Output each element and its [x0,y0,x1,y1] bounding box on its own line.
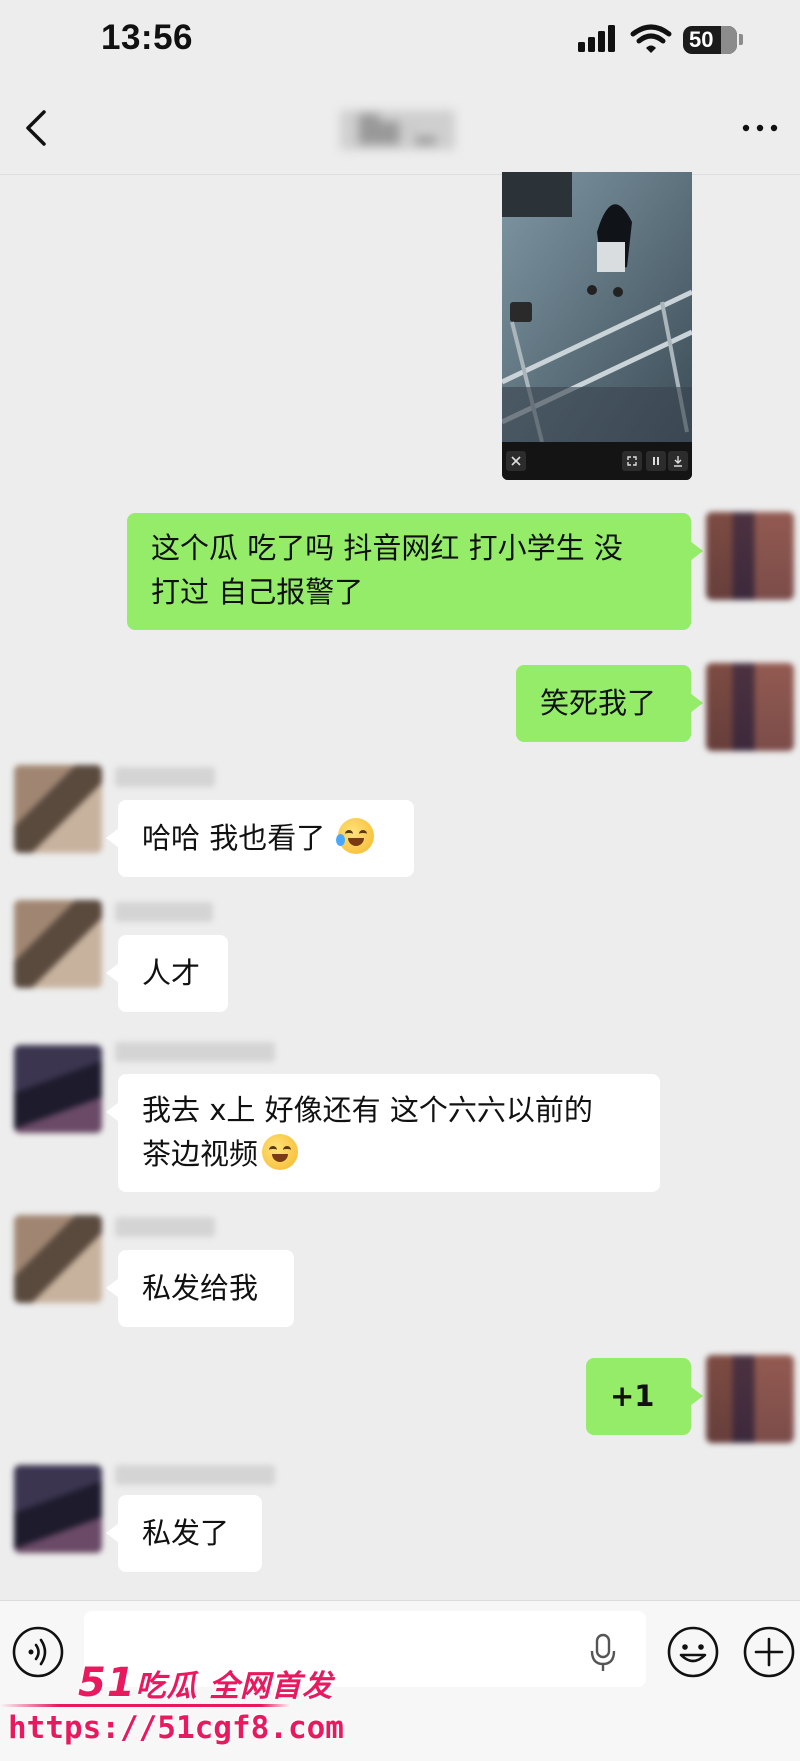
more-dots-icon[interactable] [740,118,780,138]
message-row: 私发了 [0,1465,800,1580]
message-text: +1 [610,1379,655,1413]
emoji-icon[interactable] [666,1625,720,1679]
laughing-tears-emoji-icon [262,1134,299,1170]
voice-icon[interactable] [11,1625,65,1679]
video-thumbnail [502,172,692,442]
status-bar: 13:56 50 [0,0,800,82]
nav-bar: █▆ ·▂ [0,82,800,175]
battery-cap [739,34,743,45]
message-bubble[interactable]: 人才 [106,935,228,1012]
pause-icon[interactable] [646,451,666,471]
message-text: 哈哈 我也看了 [142,821,326,855]
message-row: 这个瓜 吃了吗 抖音网红 打小学生 没 打过 自己报警了 [0,510,800,630]
sender-name [115,902,213,922]
avatar[interactable] [14,1215,102,1303]
message-row: 哈哈 我也看了 [0,765,800,880]
close-icon[interactable] [506,451,526,471]
message-bubble[interactable]: 我去 x上 好像还有 这个六六以前的 茶边视频 [106,1074,660,1192]
download-icon[interactable] [668,451,688,471]
message-text: 私发给我 [142,1271,259,1305]
avatar[interactable] [14,900,102,988]
watermark-brand: 51吃瓜 全网首发 [78,1660,333,1706]
video-controls [502,442,692,480]
battery-icon: 50 [683,26,737,54]
chat-title: █▆ ·▂ [340,110,455,150]
microphone-icon[interactable] [586,1631,620,1675]
sender-name [115,767,215,787]
message-text-line: 我去 x上 好像还有 这个六六以前的 [142,1093,593,1127]
message-bubble[interactable]: 私发了 [106,1495,262,1572]
message-row: +1 [0,1355,800,1445]
plus-circle-icon[interactable] [742,1625,796,1679]
sender-name [115,1042,275,1062]
message-bubble[interactable]: 私发给我 [106,1250,294,1327]
message-row: 私发给我 [0,1215,800,1330]
signal-icon [578,25,615,52]
message-bubble[interactable]: 笑死我了 [516,665,703,742]
laughing-crying-emoji-icon [336,818,375,854]
message-row: 人才 [0,900,800,1015]
avatar[interactable] [14,765,102,853]
message-row: 我去 x上 好像还有 这个六六以前的 茶边视频 [0,1040,800,1192]
message-text-line: 这个瓜 吃了吗 抖音网红 打小学生 没 [151,531,623,565]
message-row: 笑死我了 [0,663,800,753]
message-bubble[interactable]: 哈哈 我也看了 [106,800,414,877]
watermark-number: 51 [78,1660,136,1706]
message-text: 笑死我了 [540,686,657,720]
avatar[interactable] [14,1045,102,1133]
message-text: 私发了 [142,1516,230,1550]
avatar[interactable] [706,1355,794,1443]
message-bubble[interactable]: +1 [586,1358,703,1435]
watermark-divider [0,1704,290,1707]
chevron-left-icon[interactable] [18,104,58,152]
avatar[interactable] [706,512,794,600]
wifi-icon [630,24,672,53]
watermark-url: https://51cgf8.com [8,1710,344,1746]
message-text-line: 茶边视频 [142,1137,259,1171]
sender-name [115,1217,215,1237]
message-text-line: 打过 自己报警了 [151,575,364,609]
status-time: 13:56 [101,18,194,57]
avatar[interactable] [706,663,794,751]
avatar[interactable] [14,1465,102,1553]
status-icons: 50 [573,22,763,62]
message-bubble[interactable]: 这个瓜 吃了吗 抖音网红 打小学生 没 打过 自己报警了 [127,513,703,630]
watermark-text: 吃瓜 全网首发 [135,1669,334,1704]
sender-name [115,1465,275,1485]
video-message[interactable] [502,172,692,480]
fullscreen-icon[interactable] [622,451,642,471]
message-text: 人才 [142,956,201,990]
